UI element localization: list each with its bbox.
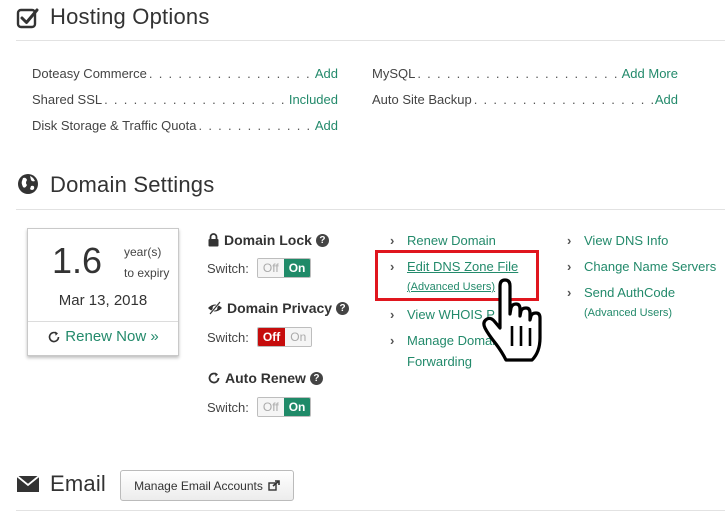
chevron-right-icon: › — [390, 233, 395, 248]
add-backup-link[interactable]: Add — [655, 92, 678, 107]
domain-privacy-toggle[interactable]: Off On — [256, 327, 313, 347]
eye-slash-icon — [208, 301, 222, 315]
toggle-on: On — [283, 259, 311, 277]
years-value: 1.6 — [52, 240, 103, 281]
domain-settings-title: Domain Settings — [50, 172, 215, 197]
option-label: Shared SSL — [32, 92, 103, 107]
checkbox-icon — [16, 8, 39, 29]
auto-renew-switch-row: Switch: Off On — [207, 397, 312, 417]
option-row-auto-backup: Auto Site Backup . . . . . . . . . . . .… — [372, 92, 678, 107]
lock-icon — [208, 233, 219, 247]
renew-now-label: Renew Now » — [65, 328, 159, 345]
add-commerce-link[interactable]: Add — [315, 66, 338, 81]
chevron-right-icon: › — [390, 333, 395, 348]
leader-dots: . . . . . . . . . . . . . . . . . . . . … — [148, 66, 313, 81]
toggle-on: On — [283, 398, 311, 416]
chevron-right-icon: › — [567, 233, 572, 248]
years-unit: year(s) — [124, 245, 162, 259]
years-sub: to expiry — [124, 266, 170, 280]
option-label: Auto Site Backup — [372, 92, 472, 107]
divider — [16, 510, 725, 511]
switch-label: Switch: — [207, 329, 249, 345]
domain-privacy-label: Domain Privacy — [227, 300, 333, 316]
help-icon[interactable]: ? — [315, 233, 329, 247]
help-icon[interactable]: ? — [309, 371, 323, 385]
switch-label: Switch: — [207, 260, 249, 276]
leader-dots: . . . . . . . . . . . . . . . . . . . . … — [198, 118, 313, 133]
divider — [16, 40, 725, 41]
manage-forwarding-link-line2[interactable]: Forwarding — [407, 354, 472, 369]
send-authcode-advanced-note[interactable]: (Advanced Users) — [584, 307, 672, 319]
hand-pointer-icon — [482, 278, 542, 362]
toggle-on: On — [285, 328, 312, 346]
auto-renew-label: Auto Renew — [225, 370, 306, 386]
leader-dots: . . . . . . . . . . . . . . . . . . . . … — [473, 92, 653, 107]
domain-lock-toggle[interactable]: Off On — [256, 258, 312, 278]
hosting-options-title: Hosting Options — [50, 4, 210, 29]
external-link-icon — [268, 480, 280, 491]
help-icon[interactable]: ? — [336, 301, 350, 315]
auto-renew-toggle[interactable]: Off On — [256, 397, 312, 417]
renew-domain-link[interactable]: Renew Domain — [407, 233, 496, 248]
add-more-mysql-link[interactable]: Add More — [622, 66, 678, 81]
chevron-right-icon: › — [567, 259, 572, 274]
card-divider — [28, 321, 178, 322]
option-row-doteasy-commerce: Doteasy Commerce . . . . . . . . . . . .… — [32, 66, 338, 81]
leader-dots: . . . . . . . . . . . . . . . . . . . . … — [104, 92, 287, 107]
chevron-right-icon: › — [567, 285, 572, 300]
send-authcode-link[interactable]: Send AuthCode — [584, 285, 675, 300]
refresh-icon — [49, 331, 60, 342]
toggle-off: Off — [257, 259, 284, 277]
option-row-shared-ssl: Shared SSL . . . . . . . . . . . . . . .… — [32, 92, 338, 107]
renew-now-button[interactable]: Renew Now » — [28, 328, 178, 345]
domain-lock-title: Domain Lock ? — [207, 232, 329, 248]
domain-lock-label: Domain Lock — [224, 232, 312, 248]
option-label: MySQL — [372, 66, 416, 81]
toggle-off: Off — [257, 398, 284, 416]
refresh-icon — [208, 372, 220, 384]
ssl-included-link[interactable]: Included — [289, 92, 338, 107]
option-label: Doteasy Commerce — [32, 66, 147, 81]
switch-label: Switch: — [207, 399, 249, 415]
option-label: Disk Storage & Traffic Quota — [32, 118, 197, 133]
option-row-mysql: MySQL . . . . . . . . . . . . . . . . . … — [372, 66, 678, 81]
domain-lock-switch-row: Switch: Off On — [207, 258, 312, 278]
view-dns-info-link[interactable]: View DNS Info — [584, 233, 668, 248]
manage-email-label: Manage Email Accounts — [134, 478, 263, 493]
auto-renew-title: Auto Renew ? — [207, 370, 323, 386]
expiry-date: Mar 13, 2018 — [58, 292, 148, 309]
expiry-card: 1.6 year(s) to expiry Mar 13, 2018 Renew… — [27, 228, 179, 356]
divider — [16, 209, 725, 210]
option-row-disk-storage: Disk Storage & Traffic Quota . . . . . .… — [32, 118, 338, 133]
add-storage-link[interactable]: Add — [315, 118, 338, 133]
manage-email-accounts-button[interactable]: Manage Email Accounts — [120, 470, 294, 501]
leader-dots: . . . . . . . . . . . . . . . . . . . . … — [417, 66, 619, 81]
email-title: Email — [50, 471, 107, 496]
domain-privacy-title: Domain Privacy ? — [207, 300, 350, 316]
chevron-right-icon: › — [390, 307, 395, 322]
toggle-off: Off — [257, 328, 286, 346]
domain-privacy-switch-row: Switch: Off On — [207, 327, 313, 347]
change-name-servers-link[interactable]: Change Name Servers — [584, 259, 716, 274]
globe-icon — [18, 174, 38, 194]
envelope-icon — [16, 475, 40, 492]
